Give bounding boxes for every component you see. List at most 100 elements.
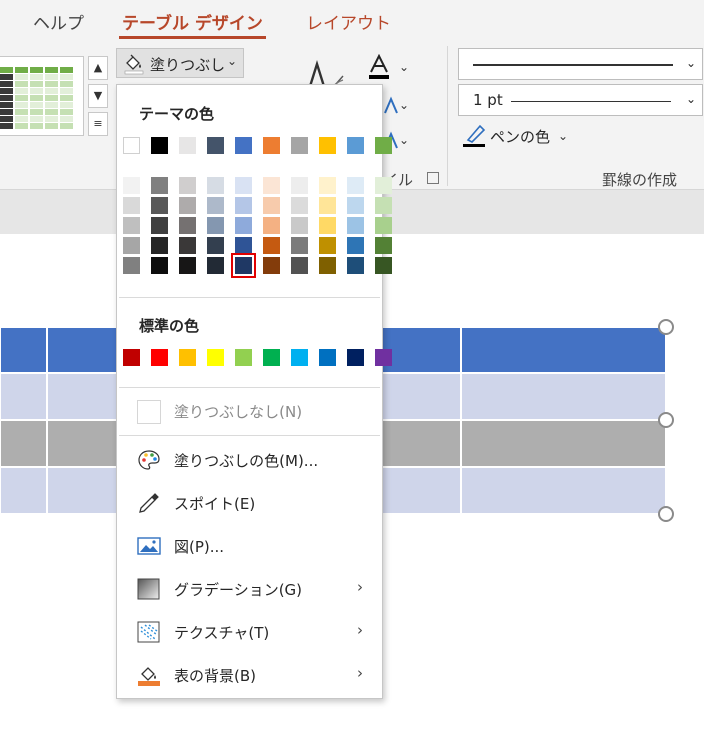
gallery-more-button[interactable]: ≡ xyxy=(88,112,108,136)
color-swatch[interactable] xyxy=(123,349,140,366)
tab-layout[interactable]: レイアウト xyxy=(306,9,391,34)
color-swatch[interactable] xyxy=(151,137,168,154)
color-swatch[interactable] xyxy=(231,253,256,278)
color-swatch[interactable] xyxy=(179,257,196,274)
color-swatch[interactable] xyxy=(347,197,364,214)
color-swatch[interactable] xyxy=(347,177,364,194)
color-swatch[interactable] xyxy=(375,197,392,214)
color-swatch[interactable] xyxy=(207,197,224,214)
color-swatch[interactable] xyxy=(319,137,336,154)
color-swatch[interactable] xyxy=(235,177,252,194)
pen-weight-dropdown[interactable]: 1 pt ⌄ xyxy=(458,84,703,116)
texture-item[interactable]: テクスチャ(T) › xyxy=(117,612,382,652)
color-swatch[interactable] xyxy=(207,237,224,254)
color-swatch[interactable] xyxy=(207,137,224,154)
color-swatch[interactable] xyxy=(179,349,196,366)
color-swatch[interactable] xyxy=(235,197,252,214)
color-swatch[interactable] xyxy=(179,217,196,234)
color-swatch[interactable] xyxy=(179,177,196,194)
color-swatch[interactable] xyxy=(319,177,336,194)
color-swatch[interactable] xyxy=(319,257,336,274)
color-swatch[interactable] xyxy=(291,177,308,194)
color-swatch[interactable] xyxy=(123,257,140,274)
gradient-item[interactable]: グラデーション(G) › xyxy=(117,569,382,609)
resize-handle[interactable] xyxy=(658,506,674,522)
resize-handle[interactable] xyxy=(658,412,674,428)
color-swatch[interactable] xyxy=(375,217,392,234)
color-swatch[interactable] xyxy=(123,137,140,154)
color-swatch[interactable] xyxy=(263,257,280,274)
color-swatch[interactable] xyxy=(291,217,308,234)
color-swatch[interactable] xyxy=(375,137,392,154)
table-cell[interactable] xyxy=(461,327,666,373)
table-cell[interactable] xyxy=(461,373,666,420)
table-background-item[interactable]: 表の背景(B) › xyxy=(117,655,382,695)
color-swatch[interactable] xyxy=(207,257,224,274)
color-swatch[interactable] xyxy=(235,349,252,366)
fill-button[interactable]: 塗りつぶし ⌄ xyxy=(116,48,244,78)
color-swatch[interactable] xyxy=(347,349,364,366)
table-cell[interactable] xyxy=(461,467,666,514)
table-cell[interactable] xyxy=(0,373,47,420)
color-swatch[interactable] xyxy=(207,349,224,366)
color-swatch[interactable] xyxy=(123,217,140,234)
tab-help[interactable]: ヘルプ xyxy=(33,9,84,34)
color-swatch[interactable] xyxy=(263,197,280,214)
no-fill-item[interactable]: 塗りつぶしなし(N) xyxy=(117,391,382,431)
dialog-launcher-icon[interactable] xyxy=(427,172,439,184)
color-swatch[interactable] xyxy=(319,197,336,214)
picture-fill-item[interactable]: 図(P)... xyxy=(117,526,382,566)
pen-color-icon[interactable] xyxy=(462,122,488,148)
pen-style-dropdown[interactable]: ⌄ xyxy=(458,48,703,80)
pen-color-button[interactable]: ペンの色 xyxy=(490,126,550,147)
more-fill-colors-item[interactable]: 塗りつぶしの色(M)... xyxy=(117,440,382,480)
color-swatch[interactable] xyxy=(263,349,280,366)
eyedropper-item[interactable]: スポイト(E) xyxy=(117,483,382,523)
color-swatch[interactable] xyxy=(235,217,252,234)
color-swatch[interactable] xyxy=(375,349,392,366)
table-style-gallery[interactable] xyxy=(0,56,84,136)
gallery-scroll-up-button[interactable]: ▲ xyxy=(88,56,108,80)
color-swatch[interactable] xyxy=(151,349,168,366)
color-swatch[interactable] xyxy=(291,349,308,366)
color-swatch[interactable] xyxy=(263,177,280,194)
color-swatch[interactable] xyxy=(151,257,168,274)
color-swatch[interactable] xyxy=(151,237,168,254)
table-cell[interactable] xyxy=(0,327,47,373)
color-swatch[interactable] xyxy=(179,237,196,254)
color-swatch[interactable] xyxy=(263,237,280,254)
tab-table-design[interactable]: テーブル デザイン xyxy=(122,9,263,34)
color-swatch[interactable] xyxy=(123,197,140,214)
color-swatch[interactable] xyxy=(235,237,252,254)
resize-handle[interactable] xyxy=(658,319,674,335)
color-swatch[interactable] xyxy=(207,217,224,234)
text-fill-icon[interactable] xyxy=(367,54,391,80)
table-cell[interactable] xyxy=(0,467,47,514)
color-swatch[interactable] xyxy=(207,177,224,194)
color-swatch[interactable] xyxy=(123,177,140,194)
color-swatch[interactable] xyxy=(291,137,308,154)
color-swatch[interactable] xyxy=(291,237,308,254)
color-swatch[interactable] xyxy=(123,237,140,254)
table-cell[interactable] xyxy=(0,420,47,467)
gallery-scroll-down-button[interactable]: ▼ xyxy=(88,84,108,108)
color-swatch[interactable] xyxy=(319,217,336,234)
color-swatch[interactable] xyxy=(263,217,280,234)
color-swatch[interactable] xyxy=(179,137,196,154)
chevron-down-icon[interactable]: ⌄ xyxy=(399,133,409,147)
color-swatch[interactable] xyxy=(151,177,168,194)
color-swatch[interactable] xyxy=(375,257,392,274)
table-cell[interactable] xyxy=(461,420,666,467)
color-swatch[interactable] xyxy=(319,349,336,366)
color-swatch[interactable] xyxy=(291,197,308,214)
color-swatch[interactable] xyxy=(347,237,364,254)
color-swatch[interactable] xyxy=(347,257,364,274)
color-swatch[interactable] xyxy=(291,257,308,274)
chevron-down-icon[interactable]: ⌄ xyxy=(399,60,409,74)
color-swatch[interactable] xyxy=(347,137,364,154)
color-swatch[interactable] xyxy=(151,217,168,234)
color-swatch[interactable] xyxy=(235,137,252,154)
color-swatch[interactable] xyxy=(347,217,364,234)
color-swatch[interactable] xyxy=(179,197,196,214)
chevron-down-icon[interactable]: ⌄ xyxy=(558,129,568,143)
